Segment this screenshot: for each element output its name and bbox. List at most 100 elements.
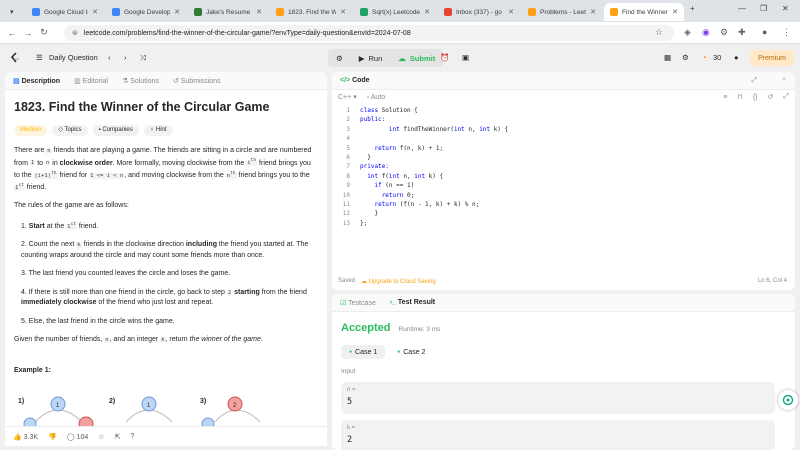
upgrade-link[interactable]: ☁ Upgrade to Cloud Saving bbox=[361, 278, 436, 285]
forward-icon[interactable]: → bbox=[20, 28, 36, 38]
code-line[interactable]: if (n == 1) bbox=[360, 181, 414, 190]
star-icon: ☆ bbox=[98, 433, 105, 441]
diagram-label: 2) bbox=[109, 398, 115, 405]
close-icon[interactable]: ✕ bbox=[590, 8, 596, 16]
reload-icon[interactable]: ↻ bbox=[36, 27, 52, 38]
tab-submissions[interactable]: ↺ Submissions bbox=[173, 77, 221, 85]
extension-icon[interactable]: ◈ bbox=[684, 27, 691, 38]
close-icon[interactable]: ✕ bbox=[340, 8, 346, 16]
tab-editorial[interactable]: ▥ Editorial bbox=[74, 77, 108, 85]
reset-icon[interactable]: ↺ bbox=[768, 93, 774, 101]
browser-tab[interactable]: Inbox (337) - go ✕ bbox=[438, 3, 520, 21]
back-icon[interactable]: ← bbox=[4, 28, 20, 38]
page-title[interactable]: 1823. Find the Winner of the Circular Ga… bbox=[14, 100, 318, 115]
close-window-button[interactable]: ✕ bbox=[782, 4, 789, 13]
code-line[interactable]: private: bbox=[360, 162, 389, 171]
notes-icon[interactable]: ▣ bbox=[462, 53, 469, 62]
submit-button[interactable]: ☁ Submit bbox=[390, 49, 443, 67]
problem-list-icon[interactable]: ☰ bbox=[36, 53, 43, 62]
comments-button[interactable]: ◯ 104 bbox=[67, 433, 88, 441]
browser-tab[interactable]: Google Cloud In ✕ bbox=[26, 3, 104, 21]
run-button[interactable]: ▶ Run bbox=[351, 49, 391, 67]
code-line[interactable]: } bbox=[360, 209, 378, 218]
minimize-button[interactable]: — bbox=[738, 4, 746, 13]
profile-avatar[interactable]: ● bbox=[762, 27, 767, 37]
browser-tab[interactable]: Google Developm ✕ bbox=[106, 3, 186, 21]
tab-testcase[interactable]: ☑ Testcase bbox=[340, 299, 376, 307]
browser-tab[interactable]: Jake's Resume (a ✕ bbox=[188, 3, 268, 21]
leetcode-logo-icon[interactable] bbox=[10, 52, 20, 64]
braces-icon[interactable]: {} bbox=[753, 94, 758, 101]
help-button[interactable]: ? bbox=[130, 433, 134, 440]
lock-icon: ▫ bbox=[366, 93, 370, 101]
dislike-button[interactable]: 👎 bbox=[48, 433, 57, 441]
favorite-button[interactable]: ☆ bbox=[98, 433, 104, 441]
browser-tab[interactable]: Sqrt(x) Leetcode ✕ bbox=[354, 3, 436, 21]
bookmark-star-icon[interactable]: ☆ bbox=[655, 27, 663, 38]
share-button[interactable]: ⇱ bbox=[115, 433, 121, 441]
code-line[interactable]: public: bbox=[360, 115, 385, 124]
hint-tag[interactable]: ♀ Hint bbox=[143, 125, 173, 136]
close-icon[interactable]: ✕ bbox=[424, 8, 430, 16]
code-line[interactable]: class Solution { bbox=[360, 106, 418, 115]
language-select[interactable]: C++ ▾ bbox=[338, 93, 357, 101]
browser-menu-icon[interactable]: ⋮ bbox=[782, 27, 791, 38]
close-icon[interactable]: ✕ bbox=[508, 8, 514, 16]
code-line[interactable]: int findTheWinner(int n, int k) { bbox=[360, 125, 508, 134]
code-line[interactable]: return f(n, k) + 1; bbox=[360, 144, 443, 153]
layout-icon[interactable]: ▦ bbox=[664, 53, 671, 62]
close-icon[interactable]: ✕ bbox=[672, 8, 678, 16]
bookmark-icon[interactable]: ⊓ bbox=[737, 93, 742, 101]
avatar[interactable]: ● bbox=[734, 53, 739, 62]
maximize-button[interactable]: ❐ bbox=[760, 4, 767, 13]
browser-tab[interactable]: 1823. Find the W ✕ bbox=[270, 3, 352, 21]
browser-tab[interactable]: Problems - Leet ✕ bbox=[522, 3, 602, 21]
tab-solutions[interactable]: ⚗ Solutions bbox=[122, 77, 159, 85]
extensions-puzzle-icon[interactable]: ✚ bbox=[738, 27, 746, 38]
site-info-icon[interactable]: ⊜ bbox=[72, 29, 78, 37]
code-line[interactable]: }; bbox=[360, 219, 367, 228]
url-input[interactable]: ⊜ leetcode.com/problems/find-the-winner-… bbox=[64, 25, 674, 41]
next-question-icon[interactable]: › bbox=[124, 53, 127, 62]
friend-node bbox=[201, 417, 215, 426]
fullscreen-icon[interactable]: ⤢ bbox=[783, 93, 789, 101]
extension-icon[interactable]: ◉ bbox=[702, 27, 710, 38]
daily-question-link[interactable]: Daily Question bbox=[49, 53, 98, 62]
format-icon[interactable]: ≡ bbox=[723, 94, 727, 101]
close-icon[interactable]: ✕ bbox=[256, 8, 262, 16]
companies-tag[interactable]: ▪ Companies bbox=[92, 125, 139, 136]
streak-count[interactable]: 30 bbox=[713, 53, 721, 62]
mode-select[interactable]: ▫ Auto bbox=[367, 94, 385, 101]
close-icon[interactable]: ✕ bbox=[174, 8, 180, 16]
browser-tab-active[interactable]: Find the Winner ✕ bbox=[604, 3, 684, 21]
settings-gear-icon[interactable]: ⚙ bbox=[682, 53, 689, 62]
code-line[interactable]: int f(int n, int k) { bbox=[360, 172, 443, 181]
saved-status: Saved bbox=[338, 278, 356, 284]
code-editor[interactable]: 1 class Solution {2 public: 3 int findTheWi… bbox=[332, 104, 795, 232]
shuffle-icon[interactable]: ⤨ bbox=[140, 53, 146, 63]
tab-search-button[interactable]: ▾ bbox=[4, 3, 20, 21]
code-line[interactable]: } bbox=[360, 153, 371, 162]
assistant-icon[interactable] bbox=[778, 390, 798, 410]
address-bar: ← → ↻ ⊜ leetcode.com/problems/find-the-w… bbox=[0, 22, 800, 44]
tab-description[interactable]: ▤ Description bbox=[13, 77, 60, 85]
code-line[interactable]: return (f(n - 1, k) + k) % n; bbox=[360, 200, 479, 209]
prev-question-icon[interactable]: ‹ bbox=[108, 53, 111, 62]
new-tab-button[interactable]: + bbox=[690, 4, 695, 13]
topics-tag[interactable]: ◇ Topics bbox=[52, 125, 88, 136]
like-button[interactable]: 👍 3.3K bbox=[13, 433, 38, 441]
case-tab[interactable]: ● Case 1 bbox=[341, 345, 386, 359]
streak-fire-icon[interactable]: ◔ bbox=[702, 53, 707, 62]
extension-icon[interactable]: ⚙ bbox=[720, 27, 728, 38]
expand-icon[interactable]: ⤢ bbox=[752, 77, 758, 85]
case-tab[interactable]: ● Case 2 bbox=[389, 345, 433, 359]
collapse-icon[interactable]: ⌃ bbox=[781, 77, 787, 85]
timer-icon[interactable]: ⏰ bbox=[440, 53, 449, 62]
cursor-position: Ln 6, Col 4 bbox=[757, 278, 787, 284]
debug-icon[interactable]: ⚙ bbox=[328, 49, 351, 67]
tab-test-result[interactable]: ›_ Test Result bbox=[390, 299, 435, 306]
close-icon[interactable]: ✕ bbox=[92, 8, 98, 16]
code-line[interactable]: return 0; bbox=[360, 191, 415, 200]
code-tab[interactable]: </> Code bbox=[340, 77, 370, 84]
premium-button[interactable]: Premium bbox=[750, 50, 795, 66]
